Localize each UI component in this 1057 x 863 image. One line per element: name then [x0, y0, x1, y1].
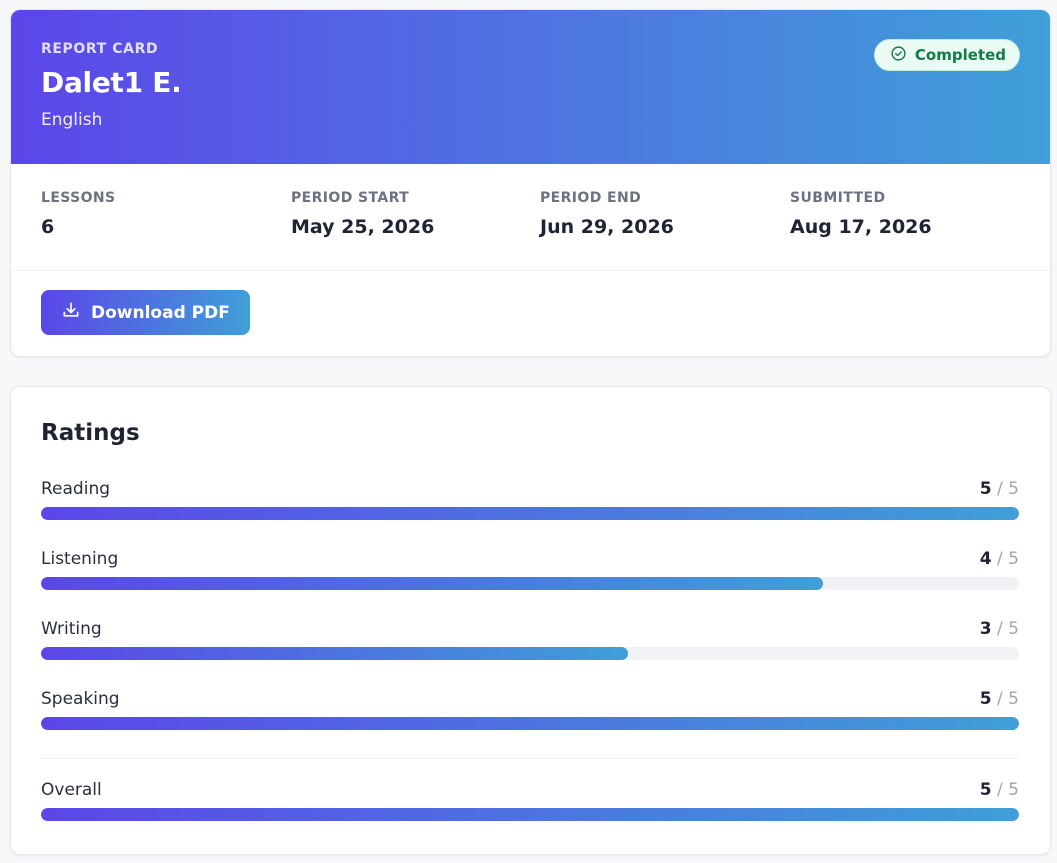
status-badge: Completed: [873, 39, 1020, 71]
rating-track: [41, 577, 1019, 590]
check-circle-icon: [890, 45, 907, 66]
rating-name: Speaking: [41, 689, 120, 709]
rating-row-writing: Writing 3 / 5: [41, 619, 1019, 669]
eyebrow-label: REPORT CARD: [41, 41, 159, 57]
subject-label: English: [41, 110, 103, 130]
score-max: 5: [1008, 619, 1019, 639]
download-pdf-label: Download PDF: [91, 302, 230, 323]
score-max: 5: [1008, 689, 1019, 709]
rating-name: Listening: [41, 549, 119, 569]
ratings-card: Ratings Reading 5 / 5 Listening 4 / 5 Wr…: [10, 386, 1051, 855]
rating-track: [41, 808, 1019, 821]
rating-score: 5 / 5: [979, 780, 1019, 800]
status-badge-label: Completed: [914, 46, 1006, 64]
score-max: 5: [1008, 549, 1019, 569]
ratings-divider: [41, 758, 1019, 759]
meta-value: 6: [41, 216, 55, 238]
rating-score: 4 / 5: [979, 549, 1019, 569]
download-pdf-button[interactable]: Download PDF: [41, 290, 250, 335]
rating-track: [41, 717, 1019, 730]
rating-row-speaking: Speaking 5 / 5: [41, 689, 1019, 739]
meta-value: May 25, 2026: [291, 216, 435, 238]
rating-fill: [41, 647, 628, 660]
report-card: REPORT CARD Dalet1 E. English Completed …: [10, 9, 1051, 357]
rating-track: [41, 507, 1019, 520]
meta-value: Jun 29, 2026: [540, 216, 674, 238]
score-value: 5: [979, 479, 992, 499]
meta-period-end: PERIOD END Jun 29, 2026: [540, 190, 674, 238]
rating-name: Writing: [41, 619, 102, 639]
rating-row-overall: Overall 5 / 5: [41, 780, 1019, 830]
rating-score: 5 / 5: [979, 689, 1019, 709]
rating-score: 5 / 5: [979, 479, 1019, 499]
rating-fill: [41, 507, 1019, 520]
meta-value: Aug 17, 2026: [790, 216, 932, 238]
meta-label: LESSONS: [41, 190, 116, 206]
meta-lessons: LESSONS 6: [41, 190, 116, 238]
score-value: 3: [979, 619, 992, 639]
rating-fill: [41, 808, 1019, 821]
meta-label: SUBMITTED: [790, 190, 886, 206]
report-header: REPORT CARD Dalet1 E. English Completed: [11, 10, 1050, 164]
student-name: Dalet1 E.: [41, 66, 182, 99]
rating-name: Reading: [41, 479, 111, 499]
meta-label: PERIOD END: [540, 190, 642, 206]
rating-track: [41, 647, 1019, 660]
ratings-title: Ratings: [41, 420, 140, 446]
score-max: 5: [1008, 479, 1019, 499]
report-meta: LESSONS 6 PERIOD START May 25, 2026 PERI…: [11, 164, 1050, 271]
rating-score: 3 / 5: [979, 619, 1019, 639]
meta-period-start: PERIOD START May 25, 2026: [291, 190, 434, 238]
download-icon: [61, 300, 81, 325]
meta-submitted: SUBMITTED Aug 17, 2026: [790, 190, 932, 238]
rating-row-listening: Listening 4 / 5: [41, 549, 1019, 599]
rating-name: Overall: [41, 780, 102, 800]
meta-label: PERIOD START: [291, 190, 410, 206]
score-value: 5: [979, 780, 992, 800]
rating-fill: [41, 717, 1019, 730]
score-value: 4: [979, 549, 992, 569]
score-max: 5: [1008, 780, 1019, 800]
rating-fill: [41, 577, 824, 590]
rating-row-reading: Reading 5 / 5: [41, 479, 1019, 529]
score-value: 5: [979, 689, 992, 709]
